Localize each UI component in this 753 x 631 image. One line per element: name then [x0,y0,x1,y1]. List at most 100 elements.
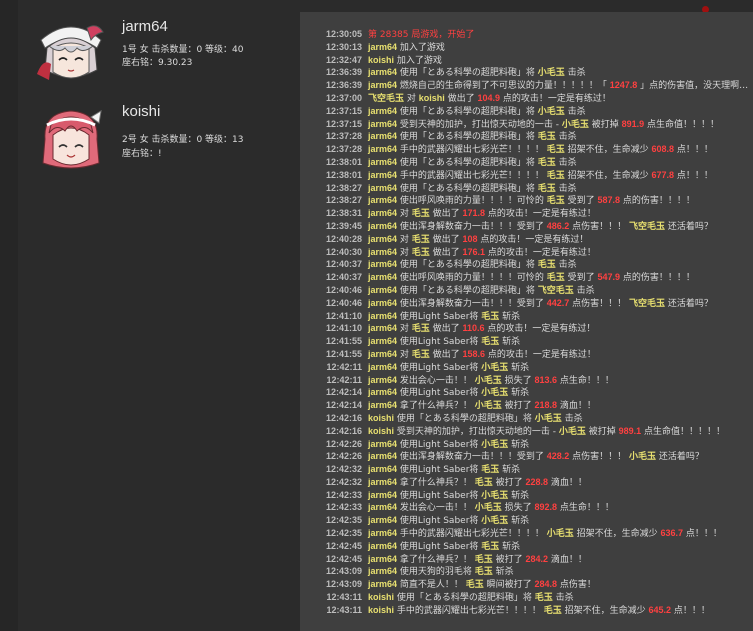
log-entry: 12:40:46 jarm64 使用「とある科學の超肥料砲」将 飞空毛玉 击杀 [300,284,753,297]
log-entry: 12:38:27 jarm64 使出呼风唤雨的力量！！！！可怜的 毛玉 受到了 5… [300,194,753,207]
log-name: jarm64 [368,246,398,257]
player-name[interactable]: jarm64 [122,18,168,35]
log-text: 被打了 [501,401,535,412]
log-name: 小毛玉 [481,387,509,398]
log-entry: 12:42:33 jarm64 发出会心一击！！ 小毛玉 损失了 892.8 点生… [300,501,753,514]
log-timestamp: 12:42:33 [325,502,362,513]
log-entry: 12:39:45 jarm64 使出浑身解数奋力一击！！！受到了 486.2 点伤… [300,220,753,233]
log-name: jarm64 [368,476,398,487]
log-name: jarm64 [368,156,398,167]
log-text: 斩杀 [508,439,530,450]
log-value: 284.8 [534,579,558,590]
log-text: 做出了 [429,247,463,258]
log-name: 毛玉 [481,464,500,475]
log-text: 发出会心一击！！ [397,375,475,386]
log-name: 飞空毛玉 [629,220,666,231]
log-text: 击杀 [552,593,574,604]
log-name: 毛玉 [546,169,565,180]
log-value: 677.8 [651,169,675,180]
player-card[interactable]: jarm64 1号 女 击杀数量：0 等级：40 座右铭：9.30.23 [30,18,295,88]
log-text: 使用Light Saber将 [397,439,482,450]
log-name: jarm64 [368,208,398,219]
log-name: jarm64 [368,259,398,270]
log-name: 小毛玉 [474,502,502,513]
log-timestamp: 12:41:10 [325,310,362,321]
log-text: 受到天神的加护，打出惊天动地的一击 - [397,119,562,130]
log-text: 被打掉 [585,426,619,437]
log-name: jarm64 [368,80,398,91]
log-message: 飞空毛玉 对 koishi 做出了 104.9 点的攻击！一定是有练过！ [368,92,611,106]
log-name: 飞空毛玉 [368,92,405,103]
log-name: koishi [368,412,395,423]
log-message: jarm64 使用「とある科學の超肥料砲」将 毛玉 击杀 [368,130,577,144]
log-timestamp: 12:37:15 [325,105,362,116]
log-name: jarm64 [368,348,398,359]
player-stats: 1号 女 击杀数量：0 等级：40 [122,45,244,55]
log-value: 1247.8 [609,80,638,91]
log-timestamp: 12:42:45 [325,540,362,551]
player-card[interactable]: koishi 2号 女 击杀数量：0 等级：13 座右铭：! [30,103,295,173]
log-name: jarm64 [368,451,398,462]
log-name: jarm64 [368,118,398,129]
log-message: jarm64 使用Light Saber将 毛玉 斩杀 [368,335,520,349]
log-text: 招架不住，生命减少 [564,145,652,156]
log-entry: 12:42:32 jarm64 拿了什么神兵？！ 毛玉 被打了 228.8 滴血！… [300,476,753,489]
log-message: jarm64 使用「とある科學の超肥料砲」将 毛玉 击杀 [368,156,577,170]
log-text: 使用Light Saber将 [397,311,482,322]
log-text: 招架不住，生命减少 [561,605,649,616]
player-name[interactable]: koishi [122,103,160,120]
log-text: 滴血！！ [548,554,587,565]
log-timestamp: 12:42:35 [325,515,362,526]
log-text: 被打了 [492,554,526,565]
log-name: koishi [368,592,395,603]
log-text: 点的攻击！一定是有练过！ [484,324,596,335]
log-text: 点伤害！！！ [569,298,630,309]
log-text: 斩杀 [499,337,521,348]
log-timestamp: 12:41:55 [325,336,362,347]
log-name: jarm64 [368,400,398,411]
log-text: 击杀 [555,157,577,168]
log-name: 毛玉 [474,553,493,564]
log-entry: 12:42:16 koishi 受到天神的加护，打出惊天动地的一击 - 小毛玉 被… [300,425,753,438]
log-text: 使用「とある科學の超肥料砲」将 [394,593,535,604]
log-text: 点！！！ [674,145,713,156]
log-text: 燃烧自己的生命得到了不可思议的力量！！！！！「 [397,81,610,92]
log-timestamp: 12:40:28 [325,233,362,244]
log-text: 损失了 [501,503,535,514]
log-name: jarm64 [368,515,398,526]
log-entry: 12:41:10 jarm64 使用Light Saber将 毛玉 斩杀 [300,310,753,323]
pink-hair-girl-avatar-icon[interactable] [35,103,107,175]
log-text: 手中的武器闪耀出七彩光芒！！！！ [394,605,544,616]
log-entry: 12:42:26 jarm64 使出浑身解数奋力一击！！！受到了 428.2 点伤… [300,450,753,463]
log-timestamp: 12:38:01 [325,156,362,167]
log-text: 拿了什么神兵？！ [397,554,475,565]
log-timestamp: 12:40:37 [325,259,362,270]
log-name: 小毛玉 [481,515,509,526]
log-message: jarm64 使出浑身解数奋力一击！！！受到了 428.2 点伤害！！！ 小毛玉… [368,450,704,464]
log-text: 使用「とある科學の超肥料砲」将 [397,260,538,271]
log-text: 使用Light Saber将 [397,516,482,527]
log-entry: 12:37:28 jarm64 使用「とある科學の超肥料砲」将 毛玉 击杀 [300,130,753,143]
log-message: jarm64 受到天神的加护，打出惊天动地的一击 - 小毛玉 被打掉 891.9… [368,118,719,132]
log-entry: 12:42:14 jarm64 使用Light Saber将 小毛玉 斩杀 [300,386,753,399]
log-entry: 12:37:15 jarm64 受到天神的加护，打出惊天动地的一击 - 小毛玉 被… [300,118,753,131]
log-timestamp: 12:43:09 [325,579,362,590]
log-name: jarm64 [368,67,398,78]
log-name: 毛玉 [411,208,430,219]
log-message: koishi 使用「とある科學の超肥料砲」将 毛玉 击杀 [368,591,574,605]
log-text: 点生命！！！ [557,375,614,386]
log-entry: 12:42:14 jarm64 拿了什么神兵？！ 小毛玉 被打了 218.8 滴血… [300,399,753,412]
log-text: 拿了什么神兵？！ [397,477,475,488]
log-text: 斩杀 [508,516,530,527]
log-name: koishi [418,92,445,103]
log-name: jarm64 [368,310,398,321]
battle-log[interactable]: 12:30:05 第 28385 局游戏，开始了 12:30:13 jarm64 加入… [300,12,753,631]
log-entry: 12:42:32 jarm64 使用Light Saber将 毛玉 斩杀 [300,463,753,476]
log-text: 击杀 [555,183,577,194]
log-entry: 12:41:10 jarm64 对 毛玉 做出了 110.6 点的攻击！一定是有练… [300,322,753,335]
log-timestamp: 12:42:11 [326,374,362,385]
log-message: jarm64 拿了什么神兵？！ 小毛玉 被打了 218.8 滴血！！ [368,399,596,413]
silver-hair-girl-avatar-icon[interactable] [35,18,107,90]
log-message: jarm64 使用Light Saber将 小毛玉 斩杀 [368,361,529,375]
player-panel: jarm64 1号 女 击杀数量：0 等级：40 座右铭：9.30.23 koi… [0,0,300,631]
